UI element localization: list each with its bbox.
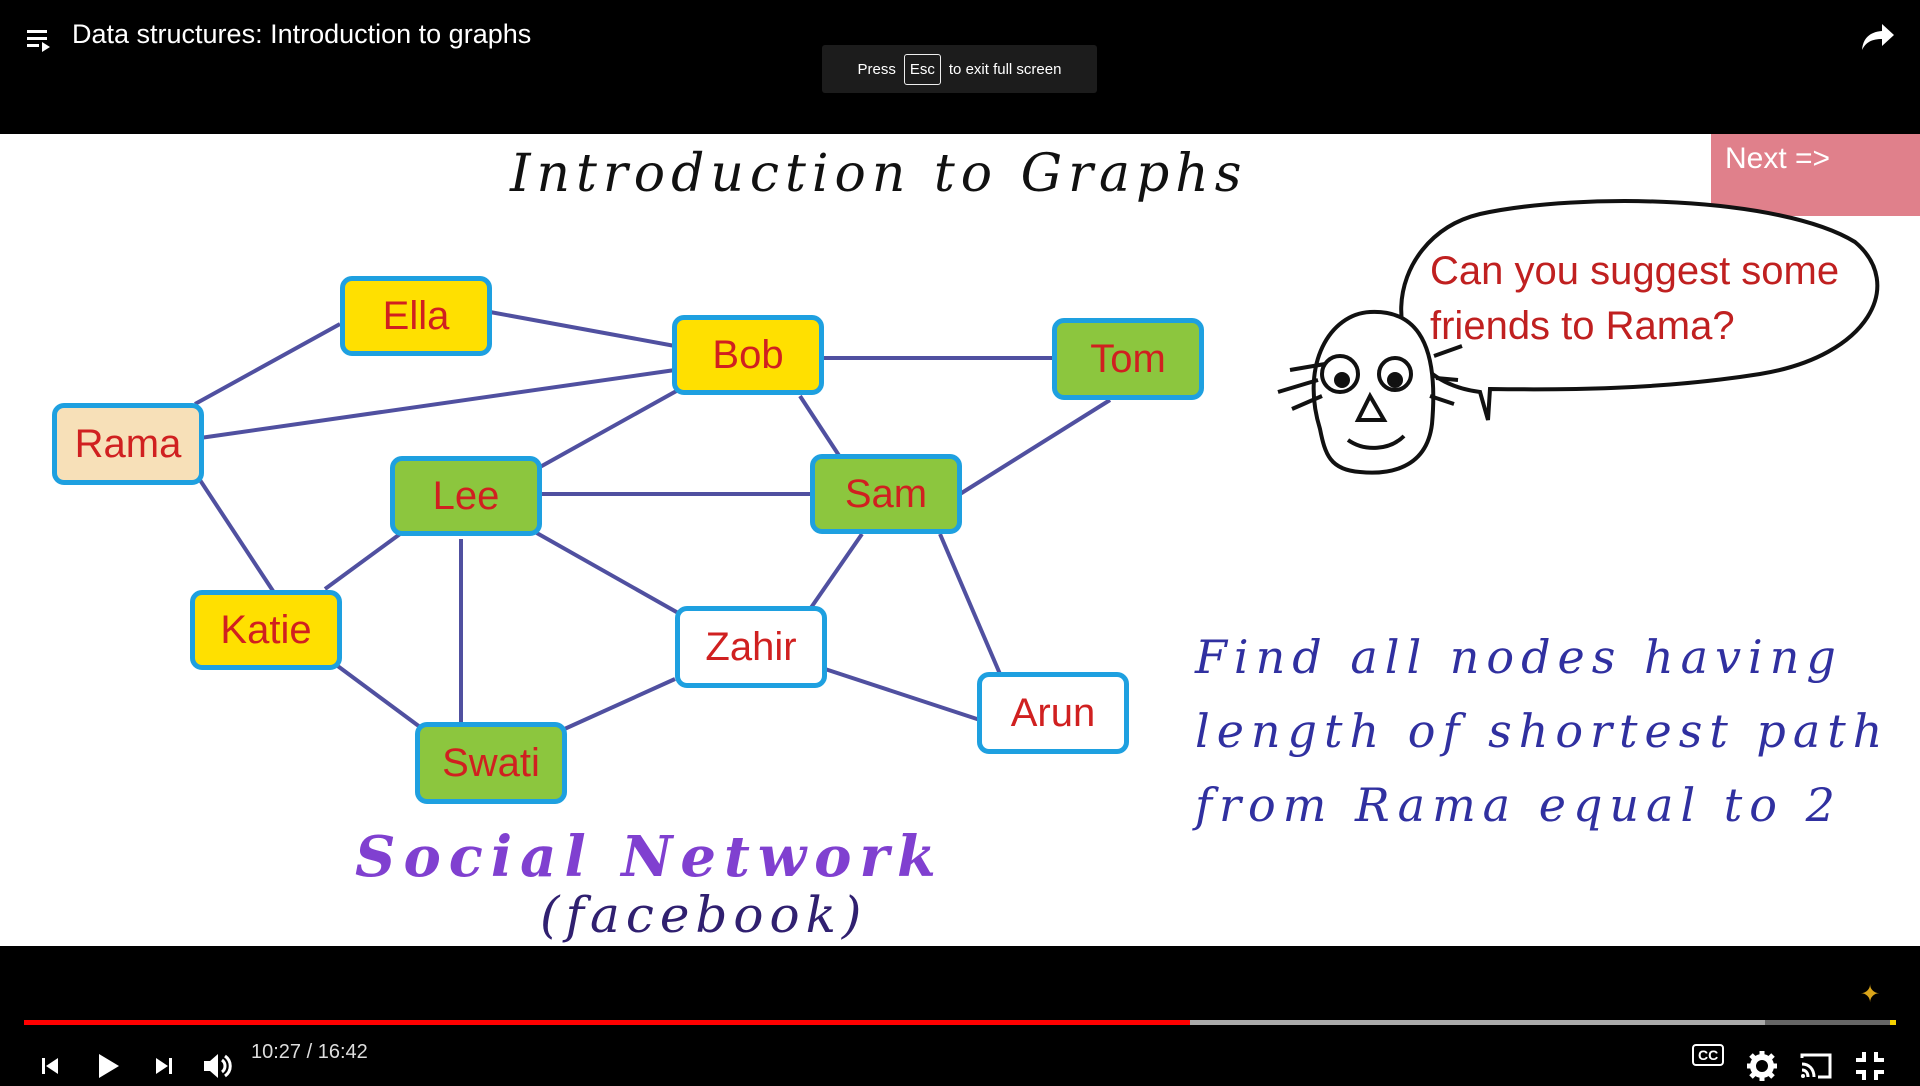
time-total: 16:42 [317,1041,368,1063]
edge-sam-zahir [806,532,864,614]
node-tom: Tom [1052,318,1204,400]
node-arun: Arun [977,672,1129,754]
channel-watermark-icon[interactable]: ✦ [1860,980,1880,1009]
cast-icon[interactable] [1796,1046,1836,1086]
edge-tom-sam [958,398,1112,496]
progress-marker [1890,1020,1896,1025]
edge-rama-bob [199,368,676,440]
volume-icon[interactable] [198,1046,238,1086]
node-rama: Rama [52,403,204,485]
edge-bob-sam [798,394,842,459]
top-bar: Data structures: Introduction to graphs … [0,0,1920,134]
node-swati: Swati [415,722,567,804]
captions-icon[interactable]: CC [1692,1044,1725,1066]
next-video-icon[interactable] [144,1046,184,1086]
esc-key: Esc [903,53,941,85]
settings-icon[interactable] [1742,1046,1782,1086]
progress-played [24,1020,1191,1025]
edge-lee-katie [323,532,402,591]
player-controls: ✦ 10:27 / 16:42 CC [0,946,1920,1081]
edge-ella-bob [489,310,676,348]
edge-zahir-arun [824,667,981,722]
edge-rama-katie [194,472,277,596]
node-bob: Bob [672,315,824,395]
exit-fullscreen-toast: Press Esc to exit full screen [822,45,1097,93]
node-katie: Katie [190,590,342,670]
edge-katie-swati [333,662,422,729]
exit-fullscreen-icon[interactable] [1850,1046,1890,1086]
edge-bob-lee [539,387,681,469]
time-current: 10:27 [251,1041,302,1063]
share-icon[interactable] [1860,22,1896,52]
play-icon[interactable] [88,1046,128,1086]
edge-sam-arun [938,533,1002,675]
time-display: 10:27 / 16:42 [251,1041,368,1064]
video-title[interactable]: Data structures: Introduction to graphs [72,19,531,50]
bubble-text: Can you suggest some friends to Rama? [1430,249,1840,348]
node-lee: Lee [390,456,542,536]
facebook-label: (facebook) [540,886,868,944]
time-separator: / [301,1041,318,1063]
video-frame[interactable]: Introduction to Graphs Next => Ella Bob … [0,134,1920,946]
esc-toast-prefix: Press [857,60,896,78]
edge-rama-ella [194,322,341,406]
playlist-icon[interactable] [25,25,55,55]
task-text: Find all nodes having length of shortest… [1195,630,1890,832]
edge-lee-zahir [534,530,681,616]
progress-bar[interactable] [24,1020,1896,1025]
previous-icon[interactable] [30,1046,70,1086]
node-zahir: Zahir [675,606,827,688]
edge-swati-zahir [559,677,676,733]
esc-toast-suffix: to exit full screen [948,60,1062,78]
node-sam: Sam [810,454,962,534]
social-network-label: Social Network [355,824,944,890]
node-ella: Ella [340,276,492,356]
